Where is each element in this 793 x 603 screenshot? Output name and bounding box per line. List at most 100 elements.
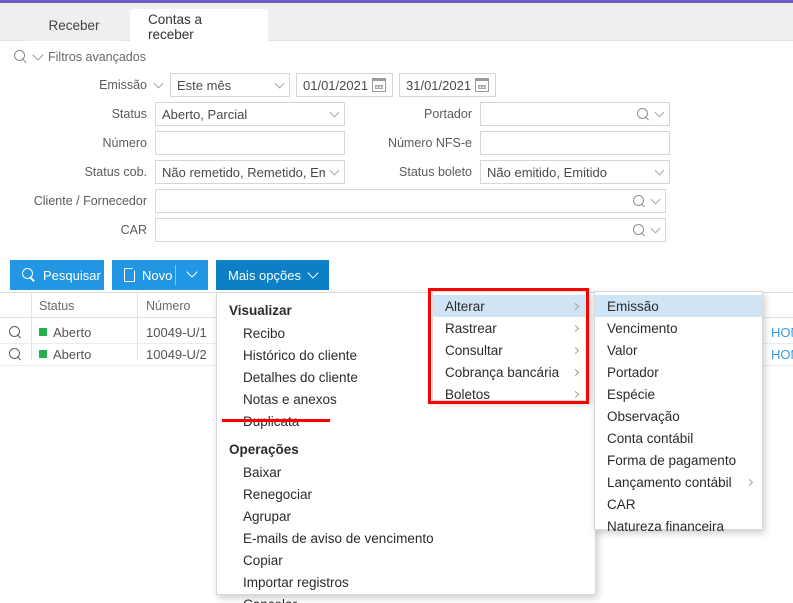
filter-row-numero-nfse: Número NFS-e: [360, 131, 670, 155]
search-icon[interactable]: [9, 347, 22, 361]
menu-item-portador[interactable]: Portador: [595, 361, 762, 383]
more-options-button-label: Mais opções: [228, 267, 301, 283]
menu-item-especie[interactable]: Espécie: [595, 383, 762, 405]
chevron-right-icon: [571, 390, 580, 398]
menu-item-consultar[interactable]: Consultar: [433, 339, 588, 361]
search-button[interactable]: Pesquisar: [10, 260, 104, 290]
numero-input[interactable]: [155, 131, 345, 155]
calendar-icon[interactable]: [474, 78, 490, 92]
row-status-label: Aberto: [53, 346, 92, 362]
menu-item-label: Valor: [607, 342, 638, 358]
chevron-down-icon: [329, 165, 340, 175]
emissao-period-select[interactable]: Este mês: [170, 73, 290, 97]
numero-nfse-input[interactable]: [480, 131, 670, 155]
row-cliente-cell[interactable]: HOM: [763, 344, 793, 364]
filter-label-status: Status: [111, 107, 147, 121]
filter-label-portador: Portador: [424, 107, 472, 121]
cliente-fornecedor-lookup[interactable]: [155, 189, 666, 213]
chevron-down-icon: [274, 78, 285, 88]
menu-item-lancamento-contabil[interactable]: Lançamento contábil: [595, 471, 762, 493]
row-cliente-cell[interactable]: HOM: [763, 322, 793, 342]
menu-item-car[interactable]: CAR: [595, 493, 762, 515]
menu-item-label: Baixar: [243, 464, 282, 480]
submenu-level-2[interactable]: Alterar Rastrear Consultar Cobrança banc…: [432, 291, 589, 402]
grid-col-status[interactable]: Status: [31, 293, 138, 318]
calendar-icon[interactable]: [371, 78, 387, 92]
menu-item-label: Emissão: [607, 298, 659, 314]
menu-item-copiar[interactable]: Copiar: [217, 549, 595, 571]
more-options-button[interactable]: Mais opções: [216, 260, 329, 290]
menu-item-renegociar[interactable]: Renegociar: [217, 483, 595, 505]
emissao-operator-chevron-icon[interactable]: [153, 78, 164, 88]
menu-item-label: Conta contábil: [607, 430, 694, 446]
emissao-date-to-input[interactable]: 31/01/2021: [399, 73, 496, 97]
status-value: Aberto, Parcial: [162, 106, 248, 122]
menu-item-importar-registros[interactable]: Importar registros: [217, 571, 595, 593]
search-icon[interactable]: [637, 107, 650, 121]
menu-item-forma-de-pagamento[interactable]: Forma de pagamento: [595, 449, 762, 471]
chevron-down-icon: [650, 223, 661, 233]
row-view-icon-cell[interactable]: [6, 322, 31, 342]
app-window: Receber Contas a receber Filtros avançad…: [0, 0, 793, 603]
row-cliente-label: HOM: [771, 346, 793, 362]
filter-label-numero: Número: [102, 136, 147, 150]
menu-item-valor[interactable]: Valor: [595, 339, 762, 361]
tab-receber[interactable]: Receber: [26, 9, 122, 41]
search-icon[interactable]: [633, 194, 646, 208]
portador-lookup[interactable]: [480, 102, 670, 126]
row-status-label: Aberto: [53, 324, 92, 340]
status-cob-select[interactable]: Não remetido, Remetido, Em: [155, 160, 345, 184]
emissao-date-from-value: 01/01/2021: [303, 77, 368, 93]
advanced-filters-toggle[interactable]: Filtros avançados: [14, 49, 146, 64]
menu-item-rastrear[interactable]: Rastrear: [433, 317, 588, 339]
menu-item-cobranca-bancaria[interactable]: Cobrança bancária: [433, 361, 588, 383]
new-button[interactable]: Novo: [112, 260, 208, 290]
filter-row-numero: Número: [0, 131, 345, 155]
search-icon[interactable]: [9, 325, 22, 339]
chevron-right-icon: [745, 478, 754, 486]
row-view-icon-cell[interactable]: [6, 344, 31, 364]
status-select[interactable]: Aberto, Parcial: [155, 102, 345, 126]
filter-row-status: Status Aberto, Parcial: [0, 102, 345, 126]
menu-item-emails-de-aviso-de-vencimento[interactable]: E-mails de aviso de vencimento: [217, 527, 595, 549]
menu-item-alterar[interactable]: Alterar: [433, 295, 588, 317]
menu-item-label: Cobrança bancária: [445, 364, 560, 380]
menu-item-label: Boletos: [445, 386, 491, 402]
tab-contas-a-receber-label: Contas a receber: [148, 11, 203, 42]
submenu-level-3[interactable]: Emissão Vencimento Valor Portador Espéci…: [594, 291, 763, 534]
filter-row-status-boleto: Status boleto Não emitido, Emitido: [360, 160, 670, 184]
menu-item-emissao[interactable]: Emissão: [595, 295, 762, 317]
menu-item-label: Notas e anexos: [243, 391, 337, 407]
menu-item-observacao[interactable]: Observação: [595, 405, 762, 427]
menu-item-label: CAR: [607, 496, 636, 512]
menu-item-label: Consultar: [445, 342, 503, 358]
menu-item-vencimento[interactable]: Vencimento: [595, 317, 762, 339]
menu-item-natureza-financeira[interactable]: Natureza financeira: [595, 515, 762, 537]
menu-group-operacoes: Operações: [229, 441, 299, 457]
chevron-right-icon: [571, 368, 580, 376]
menu-item-label: Recibo: [243, 325, 286, 341]
menu-item-label: Cancelar: [243, 597, 297, 603]
menu-item-label: Renegociar: [243, 486, 313, 502]
menu-item-agrupar[interactable]: Agrupar: [217, 505, 595, 527]
menu-item-label: Copiar: [243, 552, 283, 568]
menu-item-boletos[interactable]: Boletos: [433, 383, 588, 405]
tab-contas-a-receber[interactable]: Contas a receber: [130, 9, 268, 44]
car-lookup[interactable]: [155, 218, 666, 242]
chevron-down-icon[interactable]: [186, 266, 198, 278]
tab-strip: Receber Contas a receber: [0, 3, 793, 44]
menu-item-label: Agrupar: [243, 508, 292, 524]
menu-item-label: Portador: [607, 364, 659, 380]
status-indicator-icon: [39, 328, 47, 336]
filter-panel: Filtros avançados Emissão Este mês 01/01…: [0, 41, 793, 256]
menu-item-conta-contabil[interactable]: Conta contábil: [595, 427, 762, 449]
new-button-label: Novo: [142, 267, 173, 283]
menu-item-label: Lançamento contábil: [607, 474, 732, 490]
action-toolbar: Pesquisar Novo Mais opções: [0, 260, 793, 290]
status-boleto-select[interactable]: Não emitido, Emitido: [480, 160, 670, 184]
search-icon[interactable]: [633, 223, 646, 237]
emissao-date-from-input[interactable]: 01/01/2021: [296, 73, 393, 97]
menu-item-cancelar[interactable]: Cancelar: [217, 593, 595, 603]
menu-item-baixar[interactable]: Baixar: [217, 461, 595, 483]
chevron-down-icon: [650, 194, 661, 204]
